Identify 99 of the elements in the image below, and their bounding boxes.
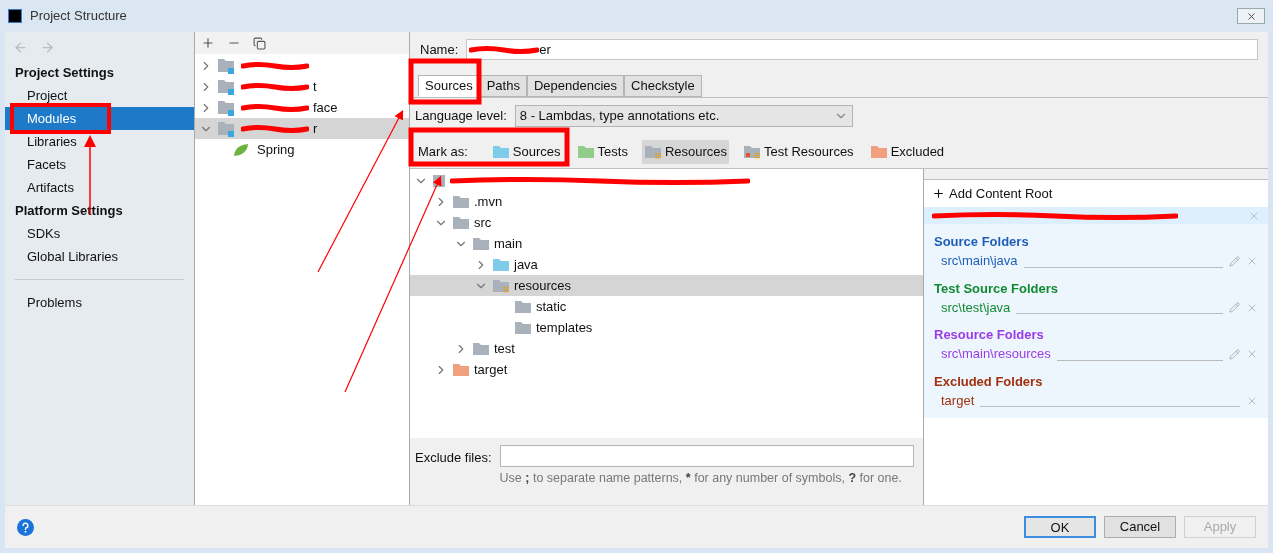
sidebar-item[interactable]: Problems	[5, 291, 194, 314]
exclude-files-field[interactable]	[499, 445, 914, 467]
redaction-scribble	[241, 123, 309, 134]
close-icon[interactable]	[1246, 255, 1258, 267]
edit-icon[interactable]	[1229, 348, 1240, 360]
sidebar-item[interactable]: Global Libraries	[5, 245, 194, 268]
module-tree-item[interactable]: face	[195, 97, 409, 118]
folder-icon	[452, 194, 470, 209]
add-icon[interactable]	[932, 187, 945, 200]
mark-as-label: Mark as:	[418, 143, 468, 162]
forward-arrow-icon[interactable]	[40, 40, 55, 55]
sidebar-item[interactable]: SDKs	[5, 222, 194, 245]
folder-icon	[491, 145, 510, 159]
folder-tree-item[interactable]: templates	[410, 317, 923, 338]
folder-icon	[514, 299, 532, 314]
tab[interactable]: Dependencies	[526, 75, 625, 97]
sidebar-item[interactable]: Project	[5, 84, 194, 107]
edit-icon[interactable]	[1229, 255, 1240, 267]
folder-path: src\main\java	[941, 252, 1018, 271]
module-folder-icon	[217, 120, 237, 137]
folder-name: java	[514, 255, 538, 274]
folder-path: src\main\resources	[941, 345, 1051, 364]
close-button[interactable]	[1237, 8, 1265, 24]
folder-name: templates	[536, 318, 593, 337]
mark-as-button[interactable]: Resources	[641, 140, 730, 164]
language-level-label: Language level:	[415, 107, 507, 126]
redaction-scribble	[241, 81, 309, 92]
mark-as-button[interactable]: Excluded	[867, 140, 947, 164]
exclude-files-hint: Use ; to separate name patterns, * for any number of symbols, ? for one.	[499, 470, 903, 487]
folder-path: target	[941, 391, 975, 410]
folder-tree-item[interactable]: java	[410, 254, 923, 275]
folder-icon	[743, 145, 762, 159]
edit-icon[interactable]	[1229, 302, 1240, 313]
folder-path: src\test\java	[941, 298, 1011, 317]
name-field[interactable]: er	[466, 39, 1258, 60]
folder-icon	[492, 278, 510, 293]
folder-name: resources	[514, 276, 572, 295]
folder-tree-item[interactable]: test	[410, 338, 923, 359]
redaction-scribble	[241, 102, 309, 113]
sidebar-item[interactable]: Artifacts	[5, 176, 194, 199]
folder-group-title: Excluded Folders	[933, 372, 1044, 391]
close-icon	[1245, 10, 1257, 22]
folder-icon	[472, 341, 490, 356]
help-icon[interactable]	[17, 518, 34, 536]
module-name-fragment: face	[313, 98, 338, 117]
section-heading: Project Settings	[14, 63, 115, 82]
folder-name: .mvn	[474, 192, 503, 211]
name-label: Name:	[420, 40, 459, 59]
tab[interactable]: Checkstyle	[624, 75, 702, 97]
dialog-button[interactable]: OK	[1024, 516, 1096, 538]
leaf-icon	[233, 142, 249, 157]
folder-icon	[643, 145, 662, 159]
module-folder-icon	[217, 99, 237, 116]
sidebar-item[interactable]: Modules	[5, 107, 194, 130]
module-name-fragment: t	[313, 77, 317, 96]
folder-name: main	[494, 234, 523, 253]
dialog-button[interactable]: Cancel	[1104, 516, 1176, 538]
folder-tree-item[interactable]: main	[410, 233, 923, 254]
close-icon[interactable]	[1246, 348, 1258, 360]
folder-tree-item[interactable]: .mvn	[410, 191, 923, 212]
window-title: Project Structure	[30, 7, 127, 26]
facet-label: Spring	[257, 140, 295, 159]
folder-name: src	[474, 213, 492, 232]
folder-icon	[514, 320, 532, 335]
folder-icon	[452, 362, 470, 377]
module-name-fragment: r	[313, 119, 318, 138]
mark-as-button[interactable]: Test Resources	[741, 140, 856, 164]
folder-icon	[452, 215, 470, 230]
sidebar-item[interactable]: Facets	[5, 153, 194, 176]
redaction-scribble	[469, 44, 540, 55]
folder-tree-item[interactable]: static	[410, 296, 923, 317]
mark-as-button[interactable]: Sources	[489, 140, 563, 164]
module-folder-icon	[217, 57, 237, 74]
folder-icon	[472, 236, 490, 251]
sidebar-item[interactable]: Libraries	[5, 130, 194, 153]
folder-name: target	[474, 360, 508, 379]
folder-tree-item[interactable]: src	[410, 212, 923, 233]
folder-name: test	[494, 339, 515, 358]
module-tree-item[interactable]: Spring	[195, 139, 409, 160]
folder-icon	[869, 145, 888, 159]
exclude-files-label: Exclude files:	[415, 449, 492, 467]
app-logo-icon	[8, 9, 22, 23]
folder-group-title: Test Source Folders	[933, 279, 1059, 298]
redaction-scribble	[241, 60, 309, 71]
folder-tree-item[interactable]: resources	[410, 275, 923, 296]
folder-group-title: Source Folders	[933, 233, 1030, 251]
copy-icon[interactable]	[253, 36, 266, 50]
folder-group-title: Resource Folders	[933, 326, 1045, 344]
folder-tree-item[interactable]: target	[410, 359, 923, 380]
folder-name: static	[536, 297, 567, 316]
folder-icon	[576, 145, 595, 159]
folder-icon	[492, 257, 510, 272]
language-level-dropdown[interactable]: 8 - Lambdas, type annotations etc.	[514, 105, 853, 127]
module-tree-item[interactable]: r	[195, 118, 409, 139]
module-tree-item[interactable]: t	[195, 76, 409, 97]
tab[interactable]: Paths	[479, 75, 527, 97]
tab[interactable]: Sources	[418, 75, 480, 97]
module-folder-icon	[217, 78, 237, 95]
mark-as-button[interactable]: Tests	[574, 140, 630, 164]
